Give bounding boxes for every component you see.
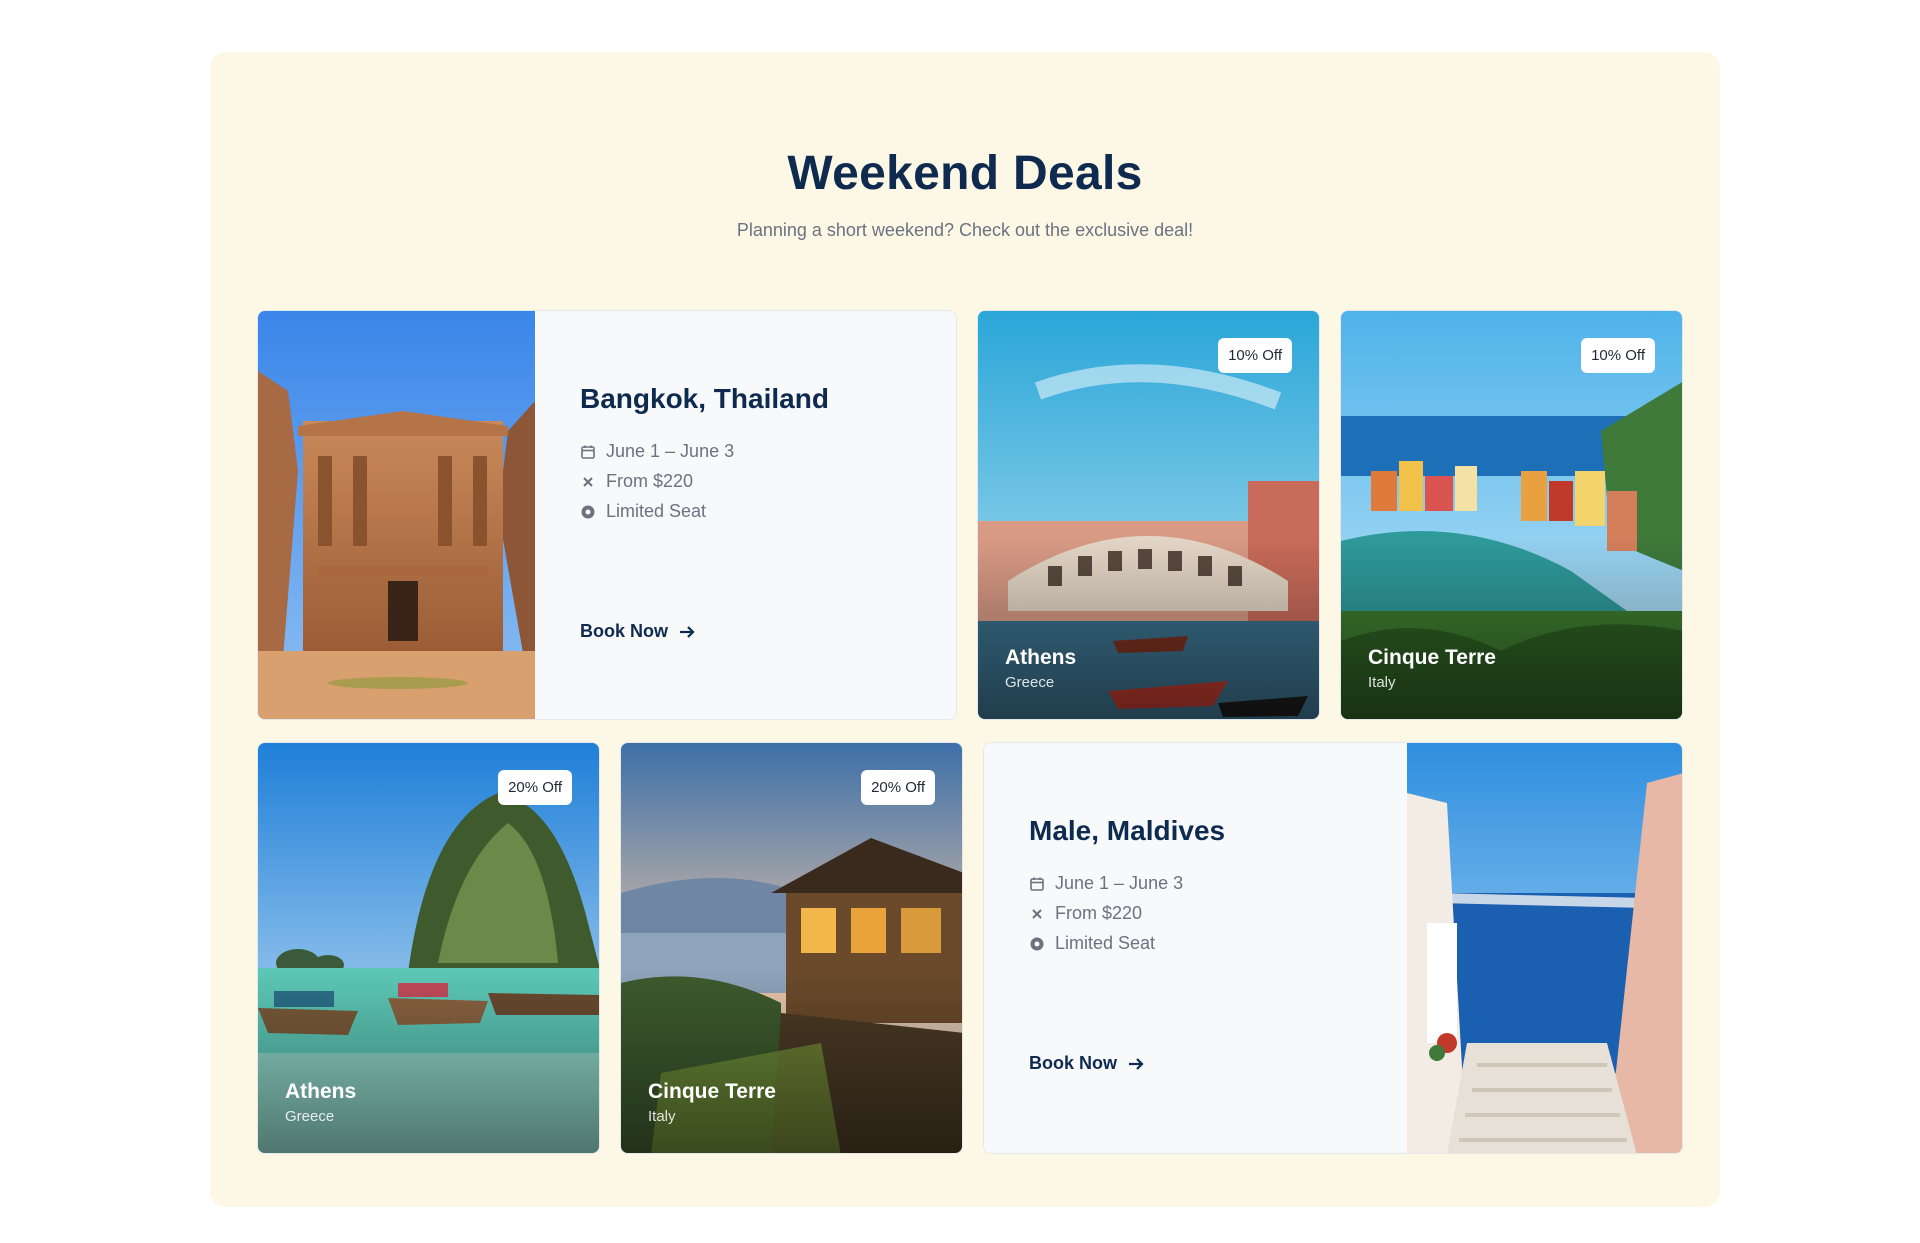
- male-availability: Limited Seat: [1029, 933, 1225, 954]
- petra-photo: [258, 311, 535, 719]
- deal-card-athens-2[interactable]: 20% Off Athens Greece: [257, 742, 600, 1154]
- close-icon: [583, 476, 593, 487]
- bangkok-price-text: From $220: [606, 471, 694, 491]
- male-availability-text: Limited Seat: [1055, 933, 1156, 953]
- male-book-now-button[interactable]: Book Now: [1029, 1053, 1145, 1074]
- discount-badge: 20% Off: [498, 770, 572, 805]
- bangkok-availability: Limited Seat: [580, 501, 829, 522]
- deal-city: Athens: [285, 1080, 357, 1103]
- discount-badge: 20% Off: [861, 770, 935, 805]
- deal-city: Cinque Terre: [1368, 646, 1496, 669]
- male-details: Male, Maldives June 1 – June 3 From $220…: [1029, 815, 1225, 963]
- book-now-label: Book Now: [580, 621, 668, 641]
- section-title: Weekend Deals: [787, 147, 1143, 200]
- male-title: Male, Maldives: [1029, 815, 1226, 846]
- male-price: From $220: [1029, 903, 1225, 924]
- deal-country: Greece: [1005, 674, 1055, 691]
- close-icon: [1032, 908, 1042, 919]
- deal-caption: Athens Greece: [1005, 646, 1076, 691]
- bangkok-dates-text: June 1 – June 3: [606, 441, 735, 461]
- discount-badge: 10% Off: [1581, 338, 1655, 373]
- arrow-right-icon: [1129, 1057, 1144, 1070]
- deal-country: Italy: [648, 1108, 676, 1125]
- bangkok-details: Bangkok, Thailand June 1 – June 3 From $…: [580, 383, 829, 531]
- calendar-icon: [581, 445, 595, 459]
- deal-card-cinque-terre-1[interactable]: 10% Off Cinque Terre Italy: [1340, 310, 1683, 720]
- deal-country: Greece: [285, 1108, 335, 1125]
- bangkok-dates: June 1 – June 3: [580, 441, 829, 462]
- deal-city: Athens: [1005, 646, 1077, 669]
- arrow-right-icon: [680, 625, 695, 638]
- circle-dot-icon: [1030, 937, 1044, 950]
- bangkok-availability-text: Limited Seat: [606, 501, 707, 521]
- bangkok-title: Bangkok, Thailand: [580, 383, 829, 414]
- bangkok-book-now-button[interactable]: Book Now: [580, 621, 696, 642]
- male-dates: June 1 – June 3: [1029, 873, 1225, 894]
- calendar-icon: [1030, 877, 1044, 891]
- book-now-label: Book Now: [1029, 1053, 1117, 1073]
- featured-card-male[interactable]: Male, Maldives June 1 – June 3 From $220…: [983, 742, 1683, 1154]
- deal-caption: Cinque Terre Italy: [1368, 646, 1496, 691]
- deal-card-cinque-terre-2[interactable]: 20% Off Cinque Terre Italy: [620, 742, 963, 1154]
- featured-card-bangkok[interactable]: Bangkok, Thailand June 1 – June 3 From $…: [257, 310, 957, 720]
- bangkok-price: From $220: [580, 471, 829, 492]
- deal-country: Italy: [1368, 674, 1396, 691]
- deal-caption: Athens Greece: [285, 1080, 356, 1125]
- male-dates-text: June 1 – June 3: [1055, 873, 1184, 893]
- deal-card-athens-1[interactable]: 10% Off Athens Greece: [977, 310, 1320, 720]
- deal-caption: Cinque Terre Italy: [648, 1080, 776, 1125]
- circle-dot-icon: [581, 505, 595, 518]
- male-price-text: From $220: [1055, 903, 1143, 923]
- discount-badge: 10% Off: [1218, 338, 1292, 373]
- section-subtitle: Planning a short weekend? Check out the …: [736, 220, 1194, 240]
- deal-city: Cinque Terre: [648, 1080, 776, 1103]
- santorini-photo: [1407, 743, 1682, 1153]
